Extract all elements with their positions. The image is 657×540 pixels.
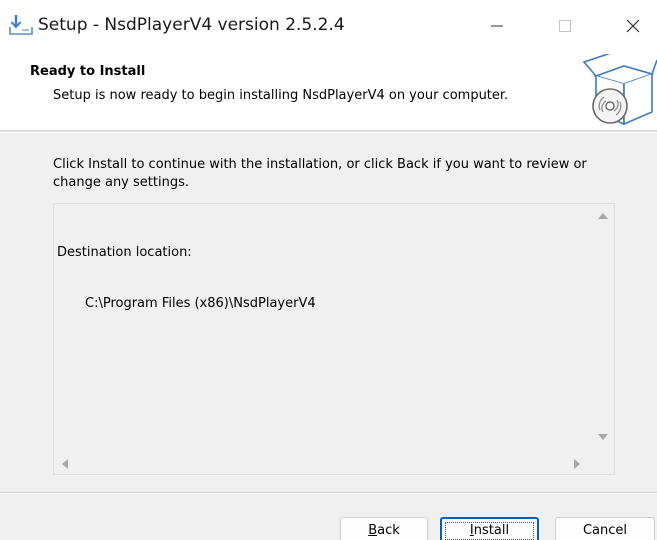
scroll-up-icon[interactable] <box>598 213 608 219</box>
memo-line-destination-label: Destination location: <box>57 245 192 260</box>
maximize-button[interactable] <box>542 6 588 46</box>
page-subtitle: Setup is now ready to begin installing N… <box>53 88 509 103</box>
horizontal-scrollbar[interactable] <box>54 454 594 474</box>
footer-divider <box>0 492 657 494</box>
minimize-icon <box>491 25 503 27</box>
cancel-button[interactable]: Cancel <box>555 517 655 540</box>
page-title: Ready to Install <box>30 64 146 79</box>
back-button-mnemonic: B <box>368 523 378 538</box>
close-button[interactable] <box>610 6 656 46</box>
header-divider <box>0 130 657 133</box>
vertical-scrollbar[interactable] <box>592 204 614 456</box>
close-icon <box>626 19 640 33</box>
back-button-label: ack <box>377 523 400 538</box>
box-disc-icon <box>580 51 657 130</box>
scroll-right-icon[interactable] <box>574 459 580 469</box>
scroll-left-icon[interactable] <box>62 459 68 469</box>
window-title: Setup - NsdPlayerV4 version 2.5.2.4 <box>38 15 345 35</box>
install-button-label: nstall <box>473 523 510 538</box>
minimize-button[interactable] <box>474 6 520 46</box>
ready-memo-box[interactable]: Destination location: C:\Program Files (… <box>53 203 615 475</box>
setup-download-icon <box>8 13 34 37</box>
maximize-icon <box>559 20 571 32</box>
memo-content: Destination location: C:\Program Files (… <box>57 210 316 346</box>
title-bar[interactable]: Setup - NsdPlayerV4 version 2.5.2.4 <box>0 0 657 52</box>
back-button[interactable]: Back <box>340 517 428 540</box>
scroll-down-icon[interactable] <box>598 434 608 440</box>
setup-window: Setup - NsdPlayerV4 version 2.5.2.4 Read… <box>0 0 657 540</box>
wizard-header: Ready to Install Setup is now ready to b… <box>0 51 657 130</box>
instruction-text: Click Install to continue with the insta… <box>53 157 587 190</box>
memo-line-destination-path: C:\Program Files (x86)\NsdPlayerV4 <box>85 296 316 311</box>
install-button[interactable]: Install <box>440 517 539 540</box>
